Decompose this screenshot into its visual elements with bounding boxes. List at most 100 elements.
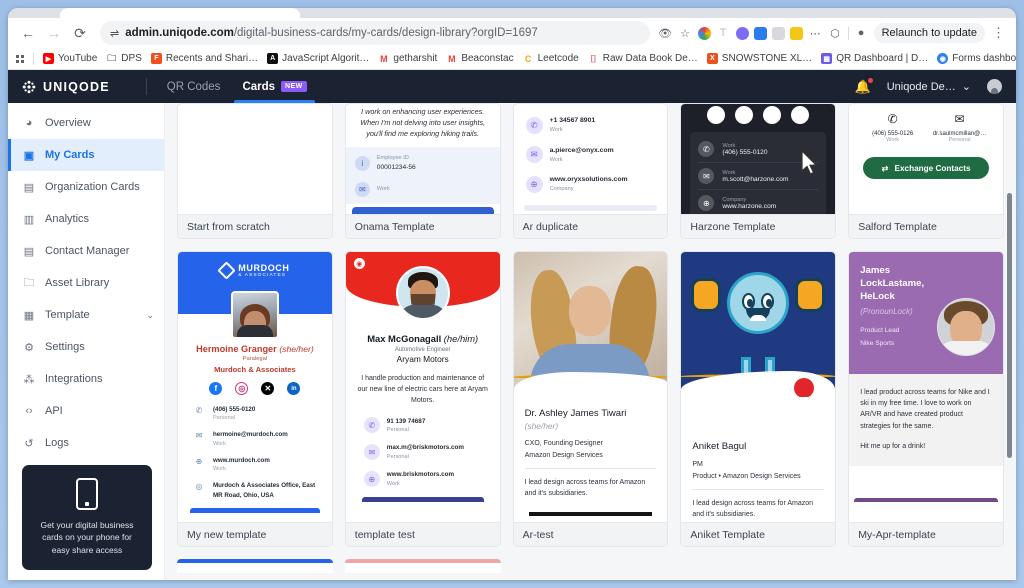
template-card[interactable]: ✆ Work (406) 555-0120 ✉ Work m.scott@harzo… — [680, 103, 837, 239]
bookmark-label: SNOWSTONE XL… — [721, 53, 813, 64]
instagram-icon[interactable]: ◎ — [235, 382, 249, 395]
mobile-app-promo[interactable]: Get your digital business cards on your … — [22, 465, 152, 570]
tracking-protection-icon[interactable]: 👁 — [658, 26, 673, 41]
bookmark-item[interactable]: A JavaScript Algorit… — [267, 53, 369, 64]
back-icon[interactable]: ← — [16, 21, 40, 45]
tab-qr-codes[interactable]: QR Codes — [167, 70, 221, 103]
sidebar-item-api[interactable]: ‹› API — [8, 395, 164, 427]
template-card[interactable]: ◉ Max McGonagall (he/him) Automotive Eng… — [344, 251, 501, 547]
bookmark-star-icon[interactable]: ☆ — [678, 26, 693, 41]
mail-icon: ✉ — [525, 146, 543, 164]
sidebar-item-template[interactable]: ▦ Template ⌄ — [8, 299, 164, 331]
tab-cards[interactable]: Cards NEW — [234, 70, 315, 103]
template-card[interactable] — [344, 559, 501, 573]
x-icon[interactable]: ✕ — [261, 382, 275, 395]
template-card[interactable]: Aniket Bagul PM Product • Amazon Design … — [680, 251, 837, 547]
sidebar-item-overview[interactable]: ◕ Overview — [8, 107, 164, 139]
contact-label: Personal — [948, 137, 971, 143]
logo[interactable]: UNIQODE — [22, 80, 110, 94]
sidebar-item-settings[interactable]: ⚙ Settings — [8, 331, 164, 363]
bookmark-item[interactable]: ▦ QR Dashboard | D… — [821, 53, 928, 64]
app-body: ◕ Overview ▣ My Cards ▤ Organization Cards … — [8, 103, 1016, 580]
template-card[interactable]: I work on enhancing user experiences. Wh… — [344, 103, 501, 239]
contact-row: ◎ Murdoch & Associates Office, East MR Ro… — [193, 481, 317, 500]
template-card[interactable]: ✆ +1 34567 8901 Work ✉ a.pierce@onyx.com W… — [512, 103, 669, 239]
template-card[interactable]: MURDOCH & ASSOCIATES Hermoine Granger (s… — [177, 251, 333, 547]
forward-icon[interactable]: → — [42, 21, 66, 45]
apps-grid-icon[interactable] — [16, 54, 24, 63]
template-card[interactable]: Start from scratch — [177, 103, 333, 239]
map-pin-icon — [794, 378, 815, 397]
extension-dots-icon[interactable]: ⋯ — [808, 26, 823, 41]
template-card[interactable]: ✆ (406) 555-0126 Work ✉ dr.saulmcmillan@… — [848, 103, 1004, 239]
sidebar-item-organization-cards[interactable]: ▤ Organization Cards — [8, 171, 164, 203]
bookmark-item[interactable]: C Leetcode — [522, 53, 579, 64]
template-card[interactable]: Dr. Ashley James Tiwari (she/her) CXO, F… — [512, 251, 669, 547]
relaunch-to-update-button[interactable]: Relaunch to update — [873, 23, 985, 43]
leetcode-icon: C — [522, 53, 534, 64]
extension-color-icon[interactable] — [697, 26, 711, 40]
extension-snapshot-icon[interactable] — [771, 26, 785, 40]
template-card[interactable] — [177, 559, 333, 573]
sidebar-item-analytics[interactable]: ▥ Analytics — [8, 203, 164, 235]
bookmark-item[interactable]: Mgetharshit — [378, 53, 437, 64]
bookmarks-divider — [33, 52, 34, 65]
exchange-contacts-button[interactable]: ⇄ Exchange Contacts — [863, 157, 989, 179]
contact-label: Company — [549, 186, 574, 193]
template-card[interactable]: James LockLastame, HeLock (PronounLock) … — [848, 251, 1004, 547]
extension-gear-icon[interactable] — [735, 26, 749, 40]
bookmark-item[interactable]: ◉Forms dashboard… — [937, 53, 1016, 64]
org-label: Uniqode De… — [886, 80, 956, 93]
sidebar-item-asset-library[interactable]: 🗀 Asset Library — [8, 267, 164, 299]
sidebar-item-contact-manager[interactable]: ▤ Contact Manager — [8, 235, 164, 267]
facebook-icon[interactable]: f — [209, 382, 223, 395]
bookmark-item[interactable]: 🗀 DPS — [106, 53, 142, 64]
profile-avatar-icon[interactable]: ● — [854, 26, 869, 41]
org-selector[interactable]: Uniqode De… ⌄ — [886, 80, 971, 94]
bookmark-label: Leetcode — [537, 53, 579, 64]
extension-t-icon[interactable]: T — [716, 26, 731, 41]
contact-label: Work — [886, 137, 900, 143]
site-settings-icon[interactable]: ⇌ — [110, 27, 119, 40]
person-company: Murdoch & Associates — [214, 365, 296, 374]
bookmark-item[interactable]: M Beaconstac — [446, 53, 514, 64]
contact-value: a.pierce@onyx.com — [549, 146, 614, 154]
extension-badge-icon[interactable] — [789, 26, 803, 40]
browser-menu-icon[interactable]: ⋮ — [990, 25, 1006, 41]
sidebar-label: Logs — [45, 437, 69, 449]
address-bar[interactable]: ⇌ admin.uniqode.com/digital-business-car… — [100, 21, 650, 45]
history-icon: ↺ — [24, 437, 34, 450]
user-avatar[interactable] — [987, 79, 1002, 94]
james-header: James LockLastame, HeLock (PronounLock) … — [849, 252, 1003, 374]
contact-label: Personal — [386, 426, 409, 433]
link-icon: [] — [587, 53, 599, 64]
contact-row: ✉ hermoine@murdoch.com Work — [193, 430, 317, 447]
bookmark-item[interactable]: X SNOWSTONE XL… — [706, 53, 813, 64]
accent-bar — [528, 511, 653, 516]
extensions-puzzle-icon[interactable]: ⬡ — [828, 26, 843, 41]
person-company: Product • Amazon Design Services — [692, 473, 801, 480]
contact-icon: ▤ — [23, 245, 35, 258]
sidebar-item-logs[interactable]: ↺ Logs — [8, 427, 164, 459]
sidebar-item-integrations[interactable]: ⁂ Integrations — [8, 363, 164, 395]
card-label: Aniket Template — [681, 522, 836, 546]
sidebar-item-my-cards[interactable]: ▣ My Cards — [8, 139, 164, 171]
main-scrollbar[interactable] — [1005, 103, 1014, 580]
bookmark-item[interactable]: [] Raw Data Book De… — [587, 53, 698, 64]
info-icon: i — [354, 156, 370, 172]
linkedin-icon[interactable]: in — [287, 382, 301, 395]
reload-icon[interactable]: ⟳ — [68, 21, 92, 45]
scrollbar-thumb[interactable] — [1007, 193, 1012, 458]
toolbar-actions: 👁 ☆ T ⋯ ⬡ ● Relaunch to update ⋮ — [658, 23, 1008, 43]
browser-active-tab[interactable] — [60, 8, 300, 18]
bookmark-item[interactable]: ▶ YouTube — [43, 53, 97, 64]
cards-grid-panel[interactable]: Start from scratch I work on enhancing u… — [165, 103, 1016, 580]
pie-chart-icon: ◕ — [25, 117, 33, 129]
bookmark-item[interactable]: F Recents and Shari… — [150, 53, 258, 64]
contact-row: ✉ max.m@briskmotors.com Personal — [363, 443, 482, 461]
salford-preview: ✆ (406) 555-0126 Work ✉ dr.saulmcmillan@… — [849, 104, 1003, 179]
extension-camera-icon[interactable] — [753, 26, 767, 40]
notifications-bell-icon[interactable]: 🔔 — [855, 77, 873, 95]
card-label: template test — [345, 522, 500, 546]
gmail-icon: M — [378, 53, 390, 64]
